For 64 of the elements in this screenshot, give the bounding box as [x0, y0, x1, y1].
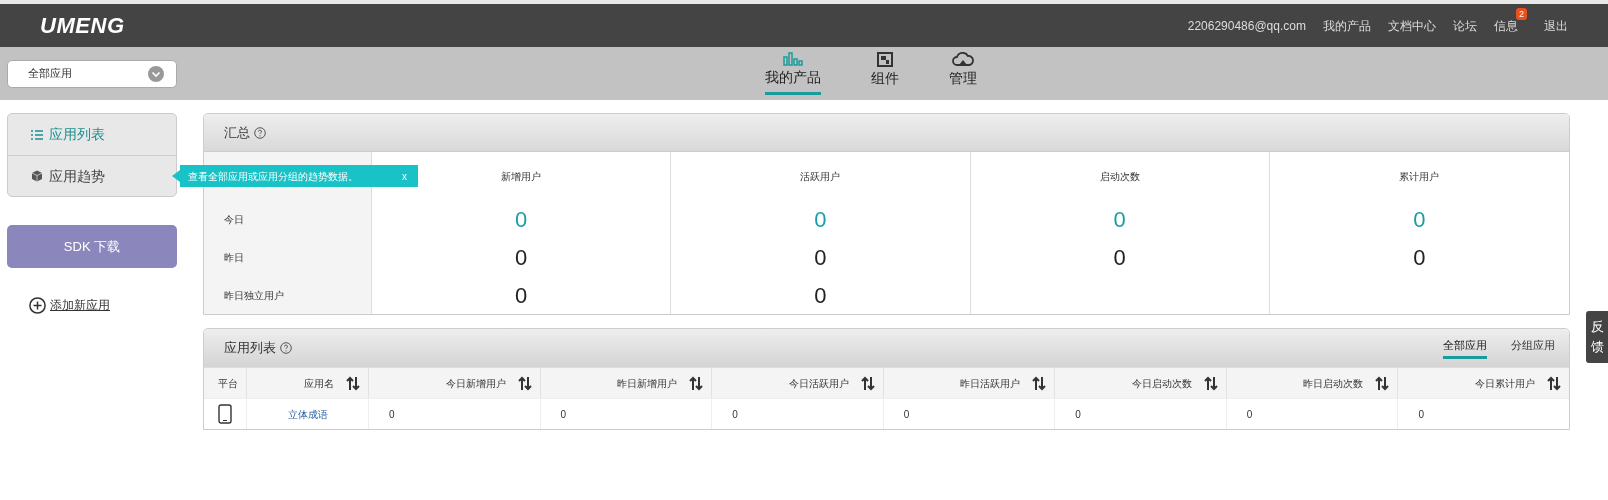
- row-label: 昨日独立用户: [224, 288, 284, 303]
- help-icon[interactable]: [254, 126, 266, 139]
- column-header: 启动次数: [1099, 169, 1140, 184]
- header-link[interactable]: 论坛: [1453, 16, 1477, 35]
- metric-value: 0: [1113, 243, 1126, 272]
- sort-icon[interactable]: [1375, 375, 1390, 391]
- sort-icon[interactable]: [1547, 375, 1561, 391]
- header-link[interactable]: 文档中心: [1388, 16, 1436, 35]
- metric-value: 0: [1113, 205, 1126, 234]
- header-link[interactable]: 我的产品: [1323, 16, 1371, 35]
- cloud-icon: [952, 52, 974, 67]
- app-dropdown[interactable]: 全部应用: [7, 59, 177, 88]
- row-label: 今日: [224, 212, 244, 227]
- metric-value: 0: [1413, 205, 1426, 234]
- table-cell-text: 0: [732, 407, 738, 422]
- table-cell-text: 0: [1246, 407, 1253, 422]
- filter-tab[interactable]: 全部应用: [1443, 336, 1487, 360]
- row-label: 昨日: [224, 250, 244, 265]
- sort-icon[interactable]: [346, 375, 360, 391]
- nav-tab[interactable]: 我的产品: [765, 52, 821, 95]
- sort-icon[interactable]: [689, 375, 704, 391]
- panel-title: 应用列表: [224, 339, 276, 358]
- metric-value: 0: [515, 243, 528, 272]
- panel-title: 汇总: [224, 123, 250, 142]
- table-header-cell-text: 平台: [217, 376, 239, 391]
- sort-icon[interactable]: [1203, 375, 1218, 391]
- add-app-link[interactable]: 添加新应用: [29, 296, 177, 314]
- table-cell-text: 0: [389, 407, 395, 422]
- table-cell-text: 0: [560, 407, 567, 422]
- phone-icon: [218, 404, 232, 424]
- help-icon[interactable]: [280, 342, 292, 354]
- metric-value: 0: [515, 281, 528, 310]
- header-link[interactable]: 2206290486@qq.com: [1187, 16, 1306, 35]
- column-header: 活跃用户: [800, 169, 841, 184]
- filter-tab[interactable]: 分组应用: [1511, 336, 1555, 360]
- metric-value: 0: [814, 281, 827, 310]
- nav-tab[interactable]: 管理: [949, 52, 977, 95]
- metric-value: 0: [515, 205, 528, 234]
- header-link[interactable]: 信息: [1494, 16, 1518, 35]
- list-icon: [31, 129, 43, 140]
- table-cell-text: 0: [903, 407, 910, 422]
- tooltip-text: 查看全部应用或应用分组的趋势数据。: [188, 169, 358, 184]
- app-name-link[interactable]: 立体成语: [287, 406, 328, 422]
- cube-icon: [31, 170, 43, 182]
- notification-badge: 2: [1516, 7, 1527, 20]
- metric-value: 0: [814, 205, 827, 234]
- feedback-tab[interactable]: 反馈: [1586, 311, 1608, 363]
- table-cell-text: 0: [1075, 407, 1081, 422]
- sort-icon[interactable]: [517, 375, 532, 391]
- bar-chart-icon: [783, 52, 803, 66]
- sort-icon[interactable]: [860, 375, 875, 391]
- metric-value: 0: [814, 243, 827, 272]
- sidebar-item[interactable]: 应用趋势: [8, 155, 176, 196]
- plus-circle-icon: [29, 296, 46, 314]
- header-link[interactable]: 退出: [1544, 16, 1568, 35]
- metric-value: 0: [1413, 243, 1426, 272]
- sort-icon[interactable]: [1032, 375, 1047, 391]
- column-header: 累计用户: [1399, 169, 1440, 184]
- table-cell-text: 0: [1418, 407, 1424, 422]
- widget-icon: [877, 52, 893, 67]
- chevron-down-icon: [148, 65, 164, 82]
- column-header: 新增用户: [501, 169, 542, 184]
- logo[interactable]: UMENG: [40, 9, 125, 42]
- nav-tab[interactable]: 组件: [871, 52, 899, 95]
